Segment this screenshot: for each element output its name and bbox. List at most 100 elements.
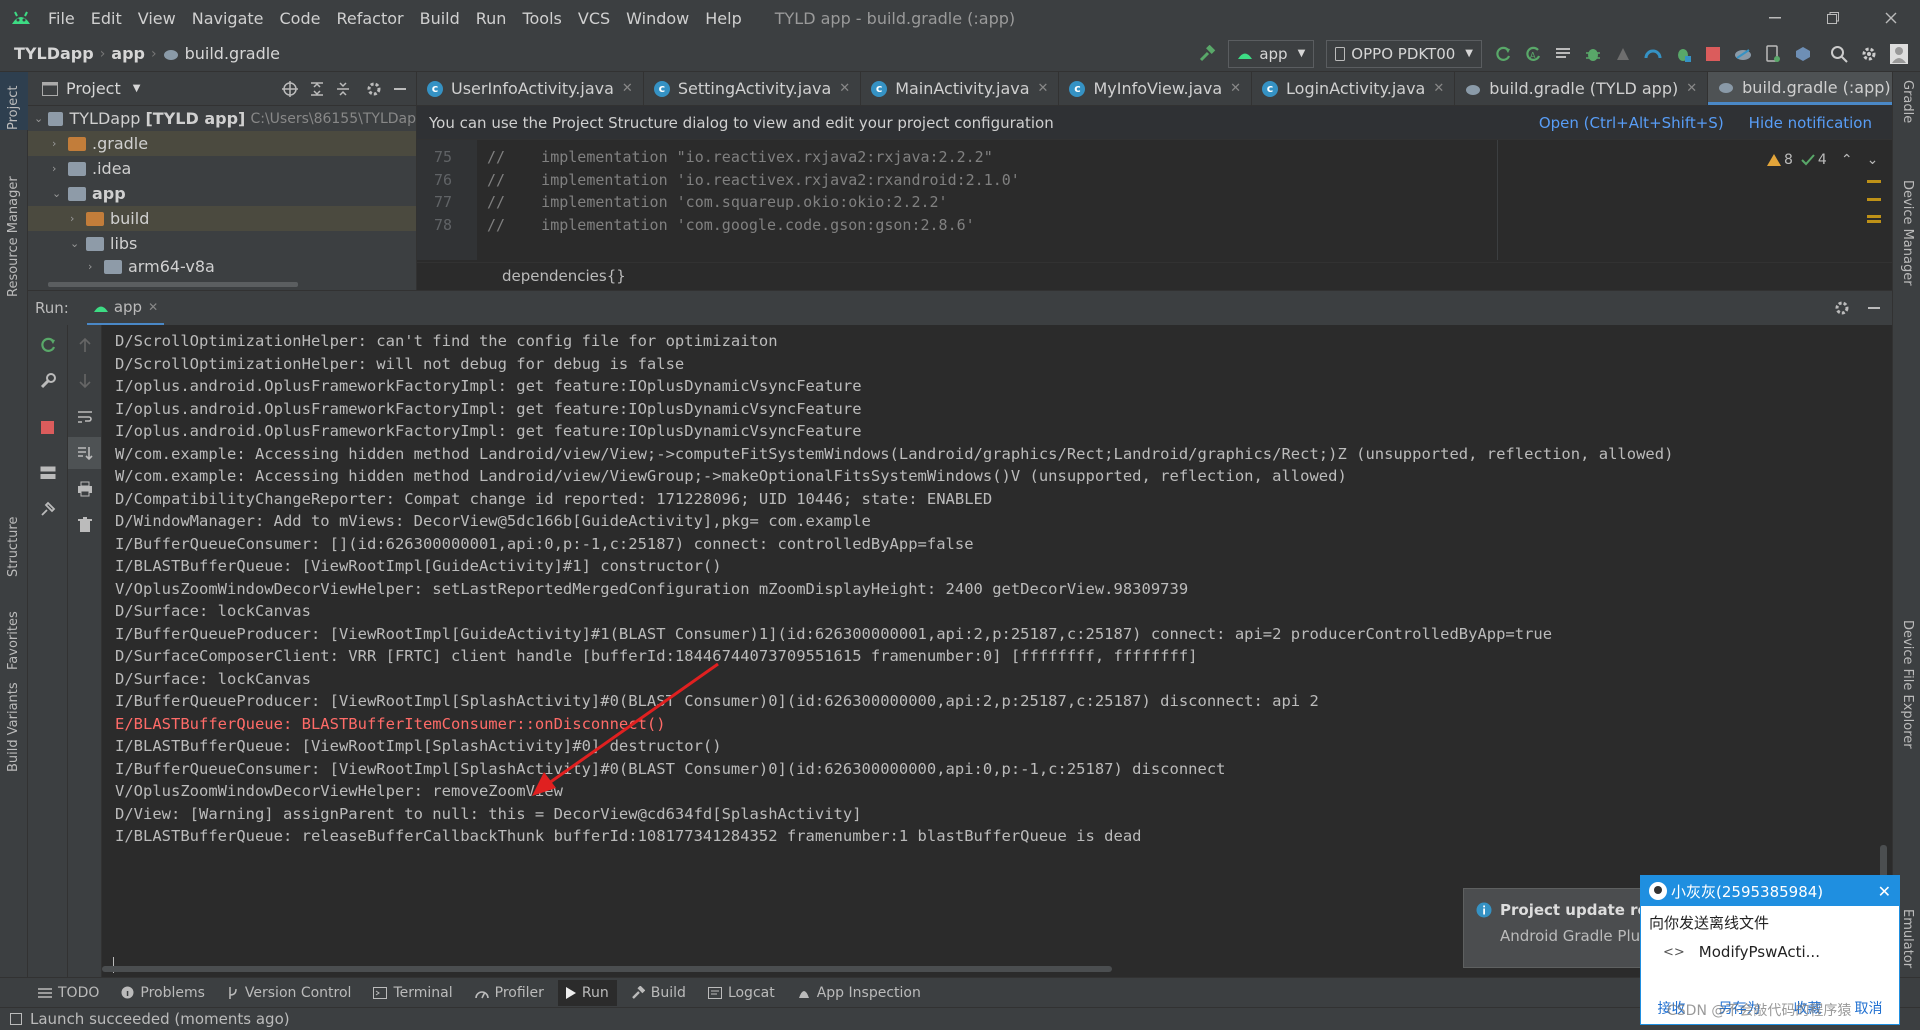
menu-edit[interactable]: Edit <box>83 9 130 28</box>
close-tab-icon[interactable]: ✕ <box>622 81 633 96</box>
rerun-icon[interactable] <box>1488 39 1518 69</box>
run-tab-app[interactable]: app ✕ <box>86 291 165 326</box>
tab-userinfoactivity[interactable]: c UserInfoActivity.java ✕ <box>417 72 644 105</box>
settings-gear-icon[interactable] <box>1854 39 1884 69</box>
sdk-manager-icon[interactable] <box>1788 39 1818 69</box>
close-icon[interactable]: ✕ <box>1878 882 1891 901</box>
pin-tab-icon[interactable] <box>28 493 67 525</box>
locate-file-icon[interactable] <box>282 80 298 97</box>
close-tab-icon[interactable]: ✕ <box>1686 81 1697 96</box>
warning-marker[interactable] <box>1867 220 1881 223</box>
tree-item-idea[interactable]: › .idea <box>28 156 416 181</box>
inspection-widget[interactable]: 8 4 ⌃ ⌄ <box>1767 152 1878 168</box>
hide-panel-icon[interactable] <box>394 87 406 90</box>
tool-tab-logcat[interactable]: Logcat <box>707 985 775 1001</box>
tab-build-gradle-app[interactable]: build.gradle (:app)✕ <box>1708 72 1892 105</box>
dropdown-arrow-icon[interactable]: ▼ <box>133 83 141 94</box>
tree-item-app[interactable]: ⌄ app <box>28 181 416 206</box>
scroll-to-end-icon[interactable] <box>68 437 101 469</box>
menu-help[interactable]: Help <box>697 9 749 28</box>
tool-tab-favorites[interactable]: Favorites <box>6 611 21 670</box>
tool-tab-emulator[interactable]: Emulator <box>1900 909 1915 968</box>
run-config-select[interactable]: app ▼ <box>1228 39 1315 68</box>
warning-marker[interactable] <box>1867 198 1881 201</box>
menu-code[interactable]: Code <box>272 9 329 28</box>
tool-tab-device-file-explorer[interactable]: Device File Explorer <box>1900 620 1915 749</box>
tree-item-build[interactable]: › build <box>28 206 416 231</box>
hide-notification-link[interactable]: Hide notification <box>1749 114 1872 132</box>
project-view-select[interactable]: Project <box>66 79 121 98</box>
restore-button[interactable] <box>1804 0 1862 36</box>
menu-navigate[interactable]: Navigate <box>184 9 272 28</box>
attach-debugger-icon[interactable] <box>1668 39 1698 69</box>
rerun-icon[interactable] <box>28 329 67 361</box>
collapse-all-icon[interactable] <box>336 81 350 97</box>
tool-tab-version-control[interactable]: Version Control <box>227 985 351 1001</box>
open-project-structure-link[interactable]: Open (Ctrl+Alt+Shift+S) <box>1539 114 1724 132</box>
expand-all-icon[interactable] <box>310 81 324 97</box>
tab-myinfoview[interactable]: c MyInfoView.java ✕ <box>1059 72 1253 105</box>
tool-tab-run[interactable]: Run <box>557 979 617 1006</box>
sync-gradle-icon[interactable] <box>1728 39 1758 69</box>
menu-build[interactable]: Build <box>412 9 468 28</box>
print-icon[interactable] <box>68 473 101 505</box>
cancel-link[interactable]: 取消 <box>1855 998 1883 1018</box>
status-toggle-icon[interactable] <box>10 1013 22 1025</box>
breadcrumb-module[interactable]: app <box>111 44 145 63</box>
close-window-button[interactable] <box>1862 0 1920 36</box>
warning-marker[interactable] <box>1867 180 1881 183</box>
tool-tab-profiler[interactable]: Profiler <box>474 985 544 1001</box>
close-tab-icon[interactable]: ✕ <box>1230 81 1241 96</box>
user-avatar-icon[interactable] <box>1884 39 1914 69</box>
tool-tab-app-inspection[interactable]: App Inspection <box>797 985 921 1001</box>
tree-item-root[interactable]: ⌄ TYLDapp [TYLD app] C:\Users\86155\TYLD… <box>28 106 416 131</box>
debug-icon[interactable] <box>1578 39 1608 69</box>
hide-run-panel-icon[interactable] <box>1868 307 1880 309</box>
search-icon[interactable] <box>1824 39 1854 69</box>
menu-view[interactable]: View <box>130 9 184 28</box>
menu-tools[interactable]: Tools <box>514 9 569 28</box>
tab-build-gradle-project[interactable]: build.gradle (TYLD app) ✕ <box>1455 72 1709 105</box>
stop-icon[interactable] <box>28 411 67 443</box>
tab-loginactivity[interactable]: c LoginActivity.java ✕ <box>1252 72 1456 105</box>
horizontal-scrollbar[interactable] <box>102 966 1112 972</box>
scroll-up-icon[interactable] <box>68 329 101 361</box>
chevron-up-icon[interactable]: ⌃ <box>1841 152 1853 168</box>
code-view[interactable]: 75 76 77 78 // implementation "io.reacti… <box>417 140 1892 260</box>
restore-layout-icon[interactable] <box>28 457 67 489</box>
stop-icon[interactable] <box>1698 39 1728 69</box>
coverage-icon[interactable] <box>1638 39 1668 69</box>
close-tab-icon[interactable]: ✕ <box>839 81 850 96</box>
tab-settingactivity[interactable]: c SettingActivity.java ✕ <box>644 72 862 105</box>
close-tab-icon[interactable]: ✕ <box>1433 81 1444 96</box>
chevron-down-icon[interactable]: ⌄ <box>1867 152 1879 168</box>
run-console[interactable]: D/ScrollOptimizationHelper: can't find t… <box>102 325 1892 977</box>
tool-tab-build[interactable]: Build <box>631 985 686 1001</box>
panel-settings-icon[interactable] <box>366 81 382 97</box>
tree-item-gradle[interactable]: › .gradle <box>28 131 416 156</box>
menu-file[interactable]: File <box>40 9 83 28</box>
tool-tab-gradle[interactable]: Gradle <box>1900 80 1915 123</box>
menu-refactor[interactable]: Refactor <box>328 9 411 28</box>
tool-tab-resource-manager[interactable]: Resource Manager <box>6 176 21 297</box>
menu-vcs[interactable]: VCS <box>570 9 618 28</box>
tool-tab-todo[interactable]: TODO <box>38 985 99 1001</box>
menu-window[interactable]: Window <box>618 9 697 28</box>
device-select[interactable]: OPPO PDKT00 ▼ <box>1326 39 1482 68</box>
profile-icon[interactable] <box>1608 39 1638 69</box>
horizontal-scrollbar[interactable] <box>48 282 298 287</box>
apply-code-changes-icon[interactable] <box>1548 39 1578 69</box>
tool-tab-build-variants[interactable]: Build Variants <box>6 682 21 772</box>
tree-item-arm64[interactable]: › arm64-v8a <box>28 256 416 277</box>
scroll-down-icon[interactable] <box>68 365 101 397</box>
tool-tab-problems[interactable]: Problems <box>121 985 205 1001</box>
close-tab-icon[interactable]: ✕ <box>1038 81 1049 96</box>
build-hammer-icon[interactable] <box>1192 39 1222 69</box>
breadcrumb-project[interactable]: TYLDapp <box>14 44 94 63</box>
menu-run[interactable]: Run <box>468 9 515 28</box>
minimize-button[interactable] <box>1746 0 1804 36</box>
tab-mainactivity[interactable]: c MainActivity.java ✕ <box>861 72 1060 105</box>
clear-all-trash-icon[interactable] <box>68 509 101 541</box>
tree-item-libs[interactable]: ⌄ libs <box>28 231 416 256</box>
run-settings-icon[interactable] <box>1834 300 1850 316</box>
